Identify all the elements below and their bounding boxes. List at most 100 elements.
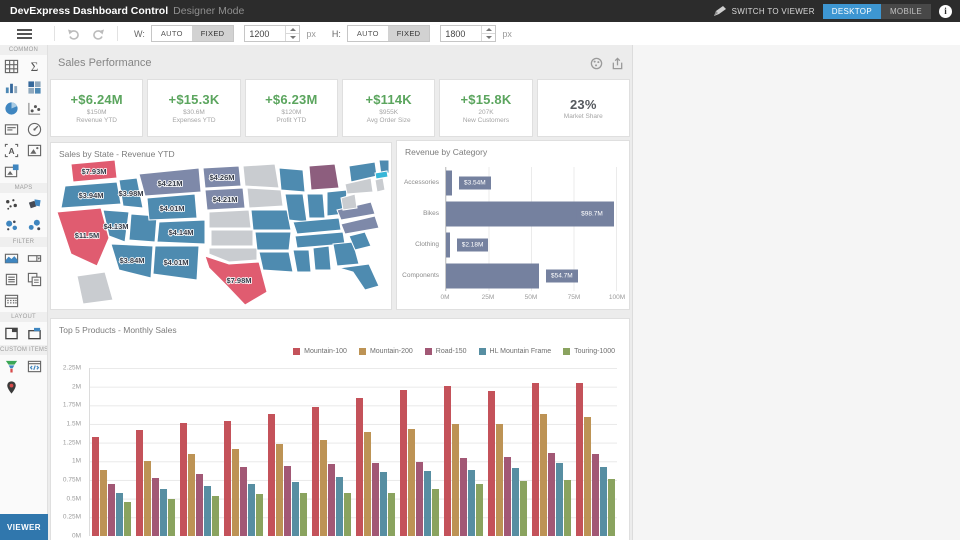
height-spin-up[interactable] [482, 26, 495, 33]
height-auto-button[interactable]: AUTO [347, 26, 388, 41]
width-spin-up[interactable] [286, 26, 299, 33]
sidebar-item-geo-point-map[interactable] [0, 194, 23, 215]
kpi-subvalue: $30.6M [183, 109, 205, 116]
sidebar-item-group[interactable] [0, 323, 23, 344]
kpi-card-market-share[interactable]: 23% Market Share [536, 79, 630, 137]
bar [92, 437, 100, 536]
width-auto-button[interactable]: AUTO [151, 26, 192, 41]
chart-legend: Mountain-100 Mountain-200 Road-150 HL Mount… [293, 348, 615, 355]
viewer-button[interactable]: VIEWER [0, 514, 48, 540]
bar-group [310, 368, 354, 536]
sidebar-item-tab-container[interactable] [23, 323, 46, 344]
export-icon[interactable] [611, 57, 624, 70]
undo-button[interactable] [67, 28, 80, 40]
sidebar-item-grid[interactable] [0, 56, 23, 77]
sidebar-item-combo-box[interactable] [23, 248, 46, 269]
category-bar-plot: $3.54M $98.7M $2.18M $54.7M [445, 167, 617, 291]
mobile-button[interactable]: MOBILE [880, 3, 931, 19]
map-value-WY: $4.01M [159, 204, 184, 213]
bar-group [397, 368, 441, 536]
width-input[interactable] [245, 26, 286, 41]
bar-group [134, 368, 178, 536]
kpi-card-revenue-ytd[interactable]: +$6.24M $150M Revenue YTD [50, 79, 144, 137]
map-value-NV: $4.13M [103, 222, 128, 231]
sidebar-item-list-box[interactable] [0, 269, 23, 290]
category-label: Components [402, 272, 439, 279]
sidebar-item-funnel-chart[interactable] [0, 356, 23, 377]
bar [344, 492, 352, 536]
sidebar-item-gauges[interactable] [23, 119, 46, 140]
legend-item[interactable]: Mountain-100 [293, 348, 347, 355]
map-card[interactable]: Sales by State - Revenue YTD $7.93M $3.9… [50, 142, 392, 310]
switch-to-viewer-button[interactable]: SWITCH TO VIEWER [713, 5, 815, 17]
height-input[interactable] [441, 26, 482, 41]
map-value-CO: $4.14M [168, 228, 193, 237]
sidebar-item-webpage[interactable] [23, 356, 46, 377]
category-label: Accessories [403, 179, 439, 186]
height-spin-down[interactable] [482, 33, 496, 41]
bar [475, 484, 483, 536]
sidebar-item-scatter-chart[interactable] [23, 98, 46, 119]
sidebar-item-image[interactable] [23, 140, 46, 161]
palette-icon[interactable] [590, 57, 603, 70]
revenue-by-category-card[interactable]: Revenue by Category Accessories Bikes Clot… [396, 140, 630, 310]
legend-item[interactable]: Touring-1000 [563, 348, 615, 355]
category-row: $54.7M [446, 260, 616, 291]
value-axis-labels: 0M 0.25M 0.5M 0.75M 1M 1.25M 1.5M 1.75M 2M 2.25M [51, 365, 85, 540]
legend-label: Road-150 [435, 348, 467, 355]
sidebar-item-pivot[interactable]: Σ [23, 56, 46, 77]
kpi-card-new-customers[interactable]: +$15.8K 207K New Customers [439, 79, 533, 137]
kpi-card-avg-order-size[interactable]: +$114K $955K Avg Order Size [341, 79, 436, 137]
redo-button[interactable] [92, 28, 105, 40]
section-layout: LAYOUT [0, 312, 47, 322]
sidebar-item-chart[interactable] [0, 77, 23, 98]
sidebar-item-online-map[interactable] [0, 377, 23, 398]
sidebar-item-choropleth-map[interactable] [23, 194, 46, 215]
sidebar-item-pies[interactable] [0, 98, 23, 119]
bar [459, 457, 467, 536]
bar [407, 429, 415, 536]
sidebar-item-tree-view[interactable] [23, 269, 46, 290]
hamburger-icon [16, 27, 32, 41]
kpi-subvalue: 207K [478, 109, 494, 116]
width-spin-down[interactable] [286, 33, 300, 41]
y-axis-tick: 0.5M [66, 495, 81, 503]
x-axis-tick: 50M [524, 294, 538, 301]
width-fixed-button[interactable]: FIXED [191, 26, 234, 41]
bar [168, 499, 176, 536]
switch-to-viewer-label: SWITCH TO VIEWER [731, 6, 815, 16]
desktop-button[interactable]: DESKTOP [822, 3, 881, 19]
bar [355, 397, 363, 536]
map-value-NM: $4.01M [163, 258, 188, 267]
sidebar-item-bound-image[interactable] [0, 161, 23, 182]
section-common: COMMON [0, 45, 47, 55]
info-icon[interactable]: i [939, 4, 952, 18]
menu-button[interactable] [0, 22, 48, 45]
category-axis-labels: Accessories Bikes Clothing Components [397, 167, 443, 291]
bar [371, 462, 379, 536]
sidebar-item-range-filter[interactable] [0, 248, 23, 269]
legend-item[interactable]: HL Mountain Frame [478, 348, 551, 355]
kpi-card-expenses-ytd[interactable]: +$15.3K $30.6M Expenses YTD [147, 79, 241, 137]
map-value-ID: $3.98M [118, 189, 143, 198]
top5-products-card[interactable]: Top 5 Products - Monthly Sales Mountain-… [50, 318, 630, 540]
sidebar-item-date-filter[interactable] [0, 290, 23, 311]
height-fixed-button[interactable]: FIXED [387, 26, 430, 41]
category-row: $2.18M [446, 229, 616, 260]
bar [607, 479, 615, 536]
us-choropleth-map[interactable]: $7.93M $3.94M $11.5M $3.98M $4.13M $4.14… [53, 160, 389, 306]
sidebar-item-cards[interactable] [0, 119, 23, 140]
legend-item[interactable]: Road-150 [424, 348, 467, 355]
sidebar-item-bubble-map[interactable] [23, 215, 46, 236]
bar [451, 424, 459, 536]
y-axis-tick: 0M [71, 532, 81, 540]
kpi-label: New Customers [462, 117, 510, 124]
kpi-card-profit-ytd[interactable]: +$6.23M $120M Profit YTD [244, 79, 338, 137]
dashboard-surface: Sales Performance +$6.24M $150M Revenue YT… [48, 45, 633, 540]
sidebar-item-treemap[interactable] [23, 77, 46, 98]
bar [152, 477, 160, 536]
legend-item[interactable]: Mountain-200 [358, 348, 413, 355]
kpi-row: +$6.24M $150M Revenue YTD +$15.3K $30.6M Expe… [50, 79, 630, 137]
sidebar-item-pie-map[interactable] [0, 215, 23, 236]
sidebar-item-text-box[interactable]: A [0, 140, 23, 161]
